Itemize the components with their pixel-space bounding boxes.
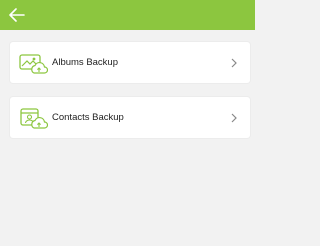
albums-backup-label: Albums Backup: [52, 57, 119, 68]
contacts-backup-label: Contacts Backup: [52, 112, 124, 123]
arrow-left-icon: [9, 8, 25, 22]
contacts-cloud-upload-icon: [18, 106, 48, 130]
back-button[interactable]: [6, 4, 28, 26]
chevron-right-icon: [228, 57, 240, 69]
header-bar: [0, 0, 255, 30]
contacts-backup-item[interactable]: Contacts Backup: [10, 97, 250, 138]
albums-backup-item[interactable]: Albums Backup: [10, 42, 250, 83]
chevron-right-icon: [228, 112, 240, 124]
album-cloud-upload-icon: [18, 51, 48, 75]
